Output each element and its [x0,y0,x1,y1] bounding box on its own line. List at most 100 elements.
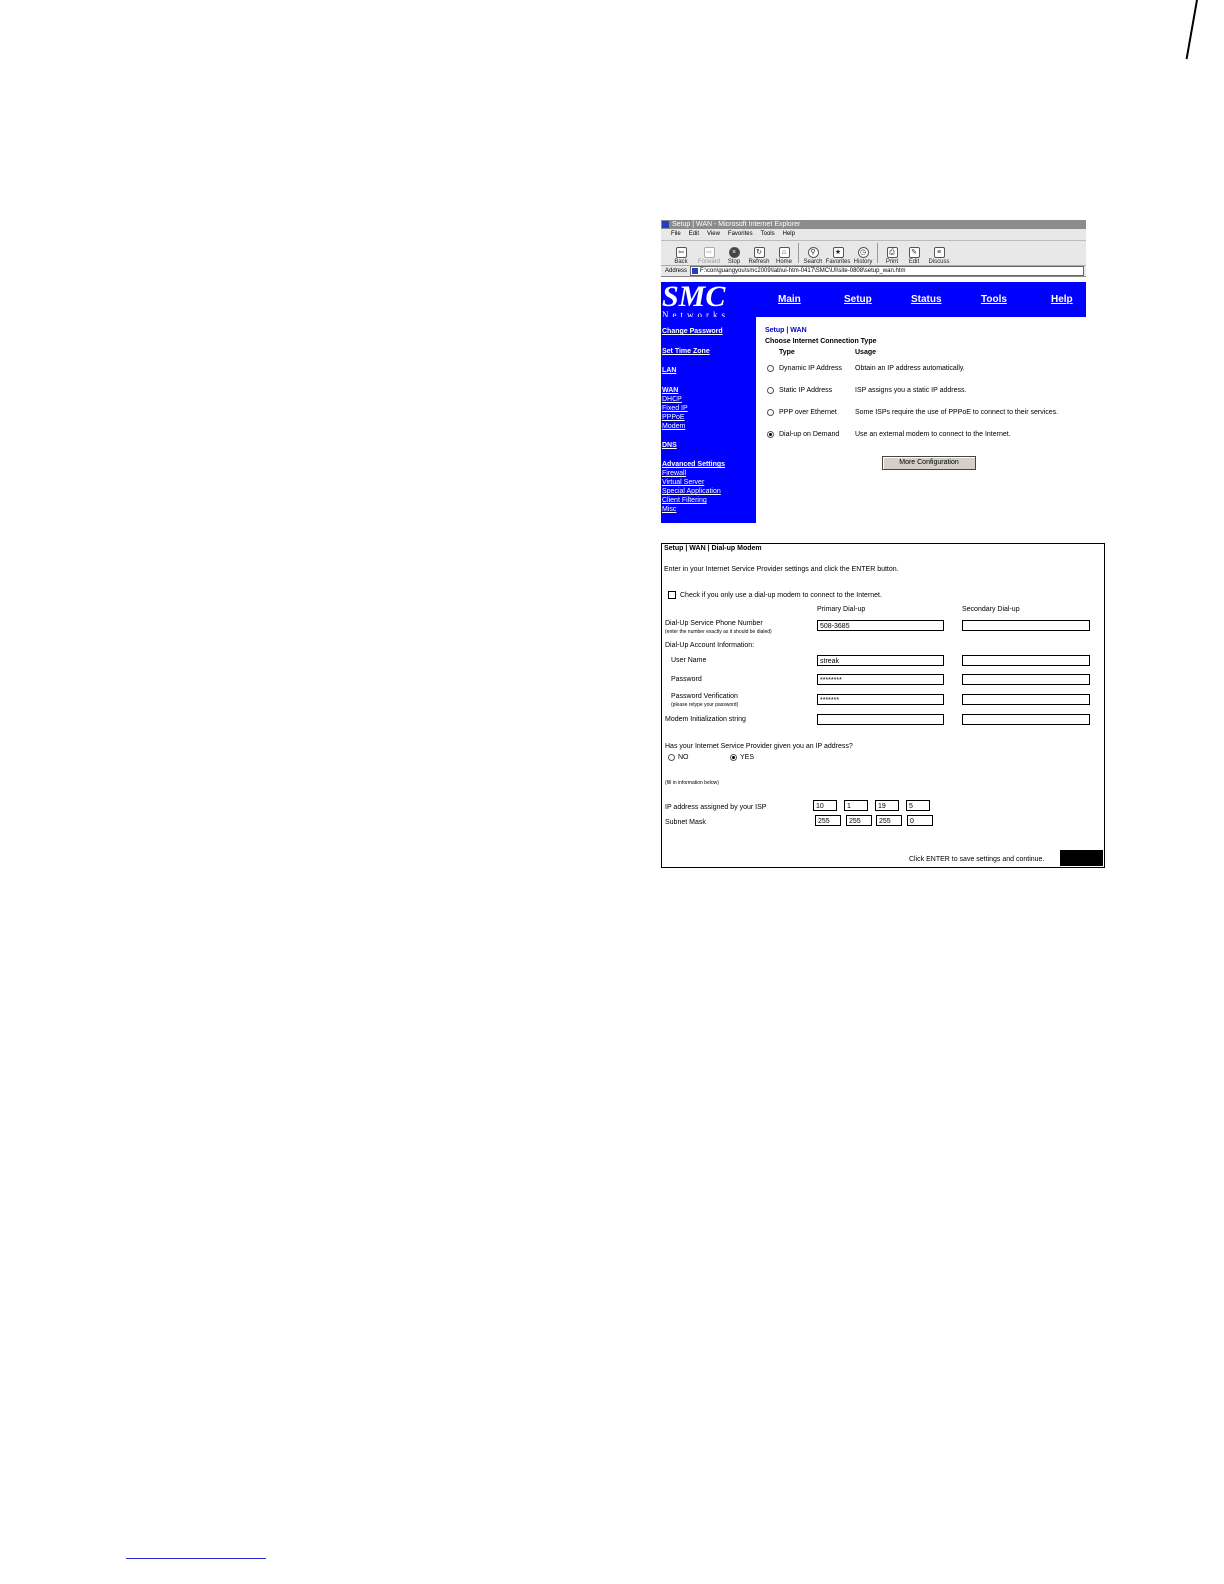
option-dialup[interactable]: Dial-up on Demand Use an external modem … [767,431,1011,438]
menu-edit[interactable]: Edit [689,229,699,240]
edit-button[interactable]: ✎ Edit [903,242,925,265]
mask-octet-2[interactable]: 255 [846,815,872,826]
favorites-icon: ★ [832,247,844,258]
favorites-button[interactable]: ★ Favorites [824,242,852,265]
option-pppoe[interactable]: PPP over Ethernet Some ISPs require the … [767,409,1058,416]
phone-label: Dial-Up Service Phone Number [665,620,763,627]
forward-button[interactable]: ⇨ Forward [695,242,723,265]
sidebar-change-password[interactable]: Change Password [662,328,723,336]
search-icon: ⚲ [807,247,819,258]
mask-octet-3[interactable]: 255 [876,815,902,826]
dialup-title: Setup | WAN | Dial-up Modem [664,545,762,552]
init-primary-input[interactable] [817,714,944,725]
forward-label: Forward [697,259,720,265]
menu-tools[interactable]: Tools [761,229,775,240]
dialup-panel: Setup | WAN | Dial-up Modem Enter in you… [661,543,1105,868]
nav-setup[interactable]: Setup [844,294,872,305]
no-option[interactable]: NO [668,754,689,761]
smc-logo: SMC Networks [662,282,729,320]
col-primary-header: Primary Dial-up [817,606,866,613]
only-dialup-checkbox[interactable] [668,591,676,599]
page-icon [692,268,699,274]
menu-help[interactable]: Help [783,229,795,240]
option-usage: Some ISPs require the use of PPPoE to co… [855,409,1059,416]
sidebar-virtual-server[interactable]: Virtual Server [662,479,704,487]
verify-primary-input[interactable]: ******* [817,694,944,705]
yes-option[interactable]: YES [730,754,754,761]
ip-octet-3[interactable]: 19 [875,800,899,811]
phone-secondary-input[interactable] [962,620,1090,631]
radio-dynamic-ip[interactable] [767,365,774,372]
address-input[interactable]: F:\con\guangyou\smc2009\lab\ui-htm-0417\… [690,266,1084,276]
ip-question: Has your Internet Service Provider given… [665,743,853,750]
nav-status[interactable]: Status [911,294,942,305]
password-secondary-input[interactable] [962,674,1090,685]
phone-primary-input[interactable]: 508-3685 [817,620,944,631]
footnote-rule [126,1558,266,1559]
menu-favorites[interactable]: Favorites [728,229,753,240]
print-button[interactable]: ⎙ Print [881,242,903,265]
discuss-button[interactable]: ≡ Discuss [925,242,953,265]
radio-pppoe[interactable] [767,409,774,416]
discuss-icon: ≡ [933,247,945,258]
sidebar-client-filtering[interactable]: Client Filtering [662,497,707,505]
stop-button[interactable]: × Stop [723,242,745,265]
radio-static-ip[interactable] [767,387,774,394]
ip-octet-2[interactable]: 1 [844,800,868,811]
enter-button[interactable] [1060,850,1103,866]
sidebar-wan[interactable]: WAN [662,387,678,395]
password-primary-input[interactable]: ******** [817,674,944,685]
ie-icon [662,221,669,228]
stop-icon: × [728,247,740,258]
radio-dialup[interactable] [767,431,774,438]
page-header: SMC Networks Main Setup Status Tools Hel… [661,282,1086,320]
sidebar-lan[interactable]: LAN [662,367,676,375]
ip-octet-4[interactable]: 5 [906,800,930,811]
enter-hint: Click ENTER to save settings and continu… [909,856,1045,863]
ip-octet-1[interactable]: 10 [813,800,837,811]
address-bar: Address F:\con\guangyou\smc2009\lab\ui-h… [661,266,1086,277]
sidebar-dhcp[interactable]: DHCP [662,396,682,404]
back-button[interactable]: ⇦ Back [667,242,695,265]
no-label: NO [678,754,689,761]
radio-yes[interactable] [730,754,737,761]
sidebar-dns[interactable]: DNS [662,442,677,450]
sidebar-fixed-ip[interactable]: Fixed IP [662,405,688,413]
sidebar-special-application[interactable]: Special Application [662,488,721,496]
username-secondary-input[interactable] [962,655,1090,666]
verify-secondary-input[interactable] [962,694,1090,705]
forward-arrow-icon: ⇨ [703,247,715,258]
menu-view[interactable]: View [707,229,720,240]
address-label: Address [665,268,688,274]
sidebar-pppoe[interactable]: PPPoE [662,414,685,422]
refresh-button[interactable]: ↻ Refresh [745,242,773,265]
username-primary-input[interactable]: streak [817,655,944,666]
more-configuration-button[interactable]: More Configuration [882,456,976,470]
sidebar: Change Password Set Time Zone LAN WAN DH… [661,317,756,523]
sidebar-firewall[interactable]: Firewall [662,470,686,478]
radio-no[interactable] [668,754,675,761]
toolbar: ⇦ Back ⇨ Forward × Stop ↻ Refresh ⌂ Home ⚲ Sea… [661,241,1086,266]
mask-octet-1[interactable]: 255 [815,815,841,826]
search-button[interactable]: ⚲ Search [802,242,824,265]
sidebar-modem[interactable]: Modem [662,423,685,431]
nav-main[interactable]: Main [778,294,801,305]
phone-hint: (enter the number exactly as it should b… [665,629,772,635]
option-static-ip[interactable]: Static IP Address ISP assigns you a stat… [767,387,966,394]
init-secondary-input[interactable] [962,714,1090,725]
sidebar-misc[interactable]: Misc [662,506,676,514]
sidebar-advanced-settings[interactable]: Advanced Settings [662,461,725,469]
mask-octet-4[interactable]: 0 [907,815,933,826]
yes-label: YES [740,754,755,761]
nav-tools[interactable]: Tools [981,294,1007,305]
page-edge-line [1185,0,1198,60]
home-button[interactable]: ⌂ Home [773,242,795,265]
edit-label: Edit [908,259,920,265]
refresh-icon: ↻ [753,247,765,258]
sidebar-set-time-zone[interactable]: Set Time Zone [662,348,710,356]
history-button[interactable]: ◷ History [852,242,874,265]
favorites-label: Favorites [825,259,851,265]
nav-help[interactable]: Help [1051,294,1073,305]
menu-file[interactable]: File [671,229,681,240]
option-dynamic-ip[interactable]: Dynamic IP Address Obtain an IP address … [767,365,965,372]
